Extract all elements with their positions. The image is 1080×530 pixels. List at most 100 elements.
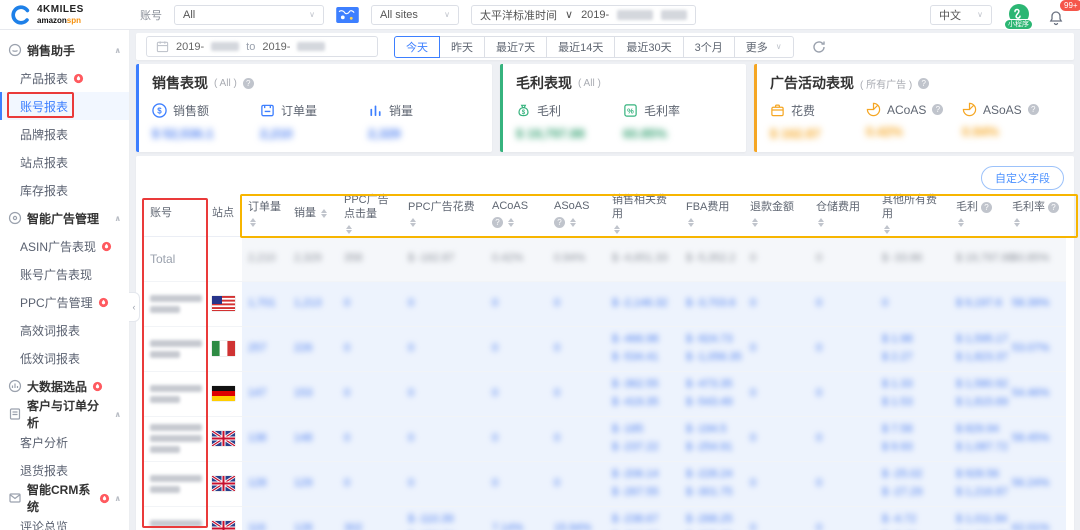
- sort-icon[interactable]: [958, 218, 964, 227]
- sort-icon[interactable]: [346, 225, 352, 234]
- sidebar-item[interactable]: 客户分析: [0, 428, 129, 456]
- cell-value[interactable]: $ -2,146.32: [612, 295, 674, 312]
- cell-value[interactable]: 0: [344, 385, 396, 402]
- cell-value[interactable]: $ -194.5: [686, 421, 738, 438]
- account-cell[interactable]: [144, 326, 206, 371]
- cell-value[interactable]: $ 1,011.84: [956, 511, 1000, 528]
- column-header[interactable]: 毛利率?: [1006, 192, 1066, 236]
- chevron-up-icon[interactable]: ∧: [115, 410, 122, 419]
- cell-value[interactable]: $ -301.75: [686, 484, 738, 501]
- chevron-up-icon[interactable]: ∧: [115, 494, 122, 503]
- sidebar-section[interactable]: 大数据选品: [0, 372, 129, 400]
- cell-value[interactable]: $ -268.25: [686, 511, 738, 528]
- cell-value[interactable]: $ 1,823.37: [956, 349, 1000, 366]
- cell-value[interactable]: $ 1,815.69: [956, 394, 1000, 411]
- cell-value[interactable]: 15.94%: [554, 520, 600, 530]
- cell-value[interactable]: 56.24%: [1012, 475, 1060, 492]
- world-map-icon[interactable]: [336, 7, 359, 23]
- sort-icon[interactable]: [570, 218, 576, 227]
- cell-value[interactable]: 0: [554, 340, 600, 357]
- cell-value[interactable]: 0: [882, 295, 944, 312]
- cell-value[interactable]: 0: [408, 385, 480, 402]
- cell-value[interactable]: $ -924.73: [686, 331, 738, 348]
- cell-value[interactable]: 0: [554, 385, 600, 402]
- cell-value[interactable]: $ 829.94: [956, 421, 1000, 438]
- cell-value[interactable]: $ 1.98: [882, 331, 944, 348]
- column-header[interactable]: ASoAS?: [548, 192, 606, 236]
- sort-icon[interactable]: [508, 218, 514, 227]
- cell-value[interactable]: 0: [492, 430, 542, 447]
- cell-value[interactable]: $ 9.93: [882, 439, 944, 456]
- column-header[interactable]: 订单量: [242, 192, 288, 236]
- cell-value[interactable]: 7.14%: [492, 520, 542, 530]
- cell-value[interactable]: 116: [248, 520, 282, 530]
- chevron-up-icon[interactable]: ∧: [115, 214, 122, 223]
- cell-value[interactable]: $ -25.02: [882, 466, 944, 483]
- cell-value[interactable]: 0: [492, 385, 542, 402]
- cell-value[interactable]: $ -206.14: [612, 466, 674, 483]
- cell-value[interactable]: $ 2.27: [882, 349, 944, 366]
- cell-value[interactable]: $ 1,595.17: [956, 331, 1000, 348]
- column-header[interactable]: 其他所有费用: [876, 192, 950, 236]
- column-header[interactable]: 销售相关费用: [606, 192, 680, 236]
- cell-value[interactable]: 128: [294, 520, 332, 530]
- cell-value[interactable]: 0: [408, 340, 480, 357]
- cell-value[interactable]: $ 1,580.92: [956, 376, 1000, 393]
- cell-value[interactable]: $ -110.39: [408, 511, 480, 528]
- quick-range-button[interactable]: 最近7天: [484, 36, 547, 58]
- sites-select[interactable]: All sites ∨: [371, 5, 459, 25]
- customize-fields-button[interactable]: 自定义字段: [981, 166, 1064, 190]
- cell-value[interactable]: 0: [344, 340, 396, 357]
- column-header[interactable]: 销量: [288, 192, 338, 236]
- cell-value[interactable]: 0: [750, 475, 804, 492]
- cell-value[interactable]: $ 1.33: [882, 376, 944, 393]
- cell-value[interactable]: 257: [248, 340, 282, 357]
- cell-value[interactable]: 0: [554, 430, 600, 447]
- sort-icon[interactable]: [884, 225, 890, 234]
- account-cell[interactable]: [144, 506, 206, 530]
- cell-value[interactable]: $ -267.55: [612, 484, 674, 501]
- quick-range-button[interactable]: 3个月: [683, 36, 735, 58]
- quick-range-button[interactable]: 今天: [394, 36, 440, 58]
- cell-value[interactable]: 148: [294, 430, 332, 447]
- cell-value[interactable]: 1,701: [248, 295, 282, 312]
- cell-value[interactable]: $ -3,703.6: [686, 295, 738, 312]
- refresh-button[interactable]: [812, 40, 826, 54]
- sort-icon[interactable]: [614, 225, 620, 234]
- sidebar-section[interactable]: 智能广告管理∧: [0, 204, 129, 232]
- cell-value[interactable]: 0: [750, 340, 804, 357]
- sidebar-item[interactable]: 站点报表: [0, 148, 129, 176]
- cell-value[interactable]: $ -4.72: [882, 511, 944, 528]
- cell-value[interactable]: 0: [344, 475, 396, 492]
- cell-value[interactable]: 1,213: [294, 295, 332, 312]
- sidebar-item[interactable]: PPC广告管理: [0, 288, 129, 316]
- cell-value[interactable]: 0: [816, 295, 870, 312]
- cell-value[interactable]: 0: [408, 430, 480, 447]
- cell-value[interactable]: $ -185: [612, 421, 674, 438]
- cell-value[interactable]: 0: [492, 475, 542, 492]
- column-header[interactable]: FBA费用: [680, 192, 744, 236]
- cell-value[interactable]: $ -419.35: [612, 394, 674, 411]
- cell-value[interactable]: $ 1,087.72: [956, 439, 1000, 456]
- account-cell[interactable]: [144, 281, 206, 326]
- cell-value[interactable]: 58.39%: [1012, 295, 1060, 312]
- cell-value[interactable]: 0: [750, 520, 804, 530]
- cell-value[interactable]: 0: [750, 430, 804, 447]
- sort-icon[interactable]: [752, 218, 758, 227]
- cell-value[interactable]: $ -534.41: [612, 349, 674, 366]
- column-header[interactable]: PPC广告花费: [402, 192, 486, 236]
- cell-value[interactable]: 0: [492, 340, 542, 357]
- cell-value[interactable]: $ 928.56: [956, 466, 1000, 483]
- sidebar-collapse-handle[interactable]: ‹: [129, 292, 140, 322]
- sort-icon[interactable]: [410, 218, 416, 227]
- sidebar-item[interactable]: 低效词报表: [0, 344, 129, 372]
- cell-value[interactable]: $ -466.98: [612, 331, 674, 348]
- cell-value[interactable]: 0: [816, 385, 870, 402]
- cell-value[interactable]: 62.01%: [1012, 520, 1060, 530]
- cell-value[interactable]: $ -228.24: [686, 466, 738, 483]
- sidebar-item[interactable]: 账号报表: [0, 92, 129, 120]
- quick-range-button[interactable]: 更多∨: [734, 36, 794, 58]
- cell-value[interactable]: 153: [294, 385, 332, 402]
- cell-value[interactable]: 0: [816, 430, 870, 447]
- timezone-date-select[interactable]: 太平洋标准时间 ∨ 2019-: [471, 5, 696, 25]
